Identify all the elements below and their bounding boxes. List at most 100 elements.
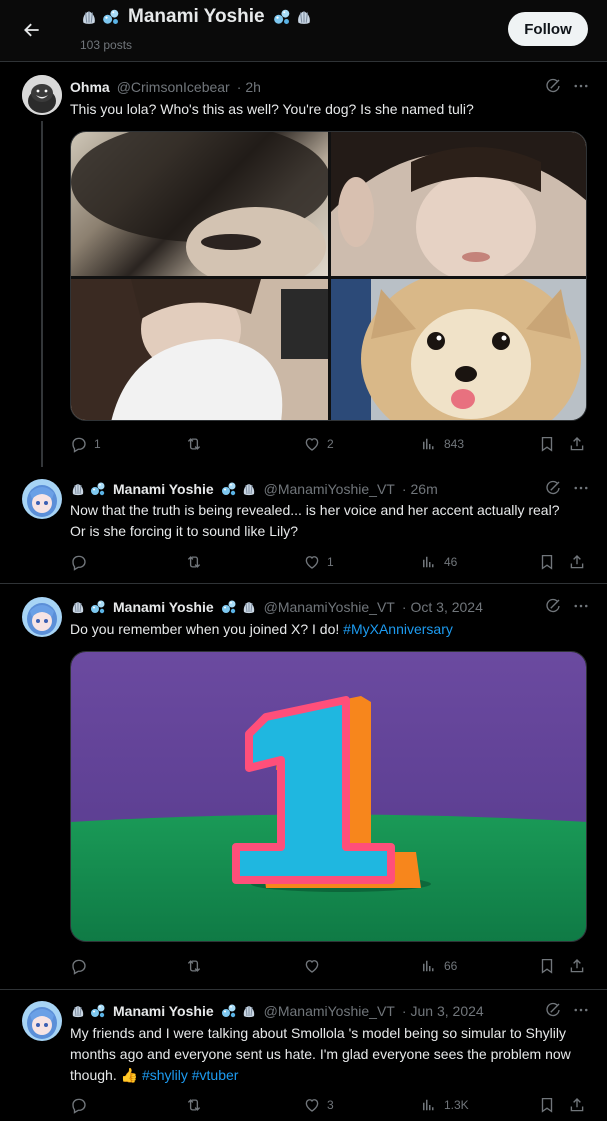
share-action[interactable] xyxy=(568,957,586,975)
retweet-icon xyxy=(185,435,203,453)
like-action[interactable]: 1 xyxy=(303,553,334,571)
anime-avatar-image xyxy=(22,597,62,637)
bubbles-icon xyxy=(221,481,237,497)
author-name[interactable]: Manami Yoshie xyxy=(113,599,214,615)
avatar[interactable] xyxy=(22,479,62,519)
hashtag-links[interactable]: #shylily #vtuber xyxy=(142,1067,239,1083)
timestamp[interactable]: 26m xyxy=(411,481,438,497)
more-icon[interactable] xyxy=(572,479,590,497)
reply-action[interactable] xyxy=(70,957,94,975)
tweet-header: Manami Yoshie @ManamiYoshie_VT · 26m xyxy=(70,481,438,497)
author-name[interactable]: Manami Yoshie xyxy=(113,481,214,497)
retweet-action[interactable] xyxy=(185,435,209,453)
seashell-icon xyxy=(70,1003,86,1019)
timestamp[interactable]: Jun 3, 2024 xyxy=(411,1003,484,1019)
tweet[interactable]: Manami Yoshie @ManamiYoshie_VT · Jun 3, … xyxy=(0,990,607,1121)
hashtag-link[interactable]: #MyXAnniversary xyxy=(343,621,453,637)
bookmark-icon xyxy=(538,553,556,571)
views-icon xyxy=(420,957,438,975)
reply-action[interactable] xyxy=(70,1096,94,1114)
tweet[interactable]: Ohma @CrimsonIcebear · 2h This you lola?… xyxy=(0,63,607,467)
thumbs-up-emoji: 👍 xyxy=(120,1067,139,1083)
seashell-icon xyxy=(70,481,86,497)
timestamp[interactable]: Oct 3, 2024 xyxy=(411,599,483,615)
retweet-action[interactable] xyxy=(185,957,209,975)
selfie-photo xyxy=(331,132,586,276)
timestamp[interactable]: 2h xyxy=(245,79,261,95)
grok-icon[interactable] xyxy=(544,597,562,615)
like-action[interactable]: 3 xyxy=(303,1096,334,1114)
reply-icon xyxy=(70,1096,88,1114)
like-action[interactable]: 2 xyxy=(303,435,334,453)
like-action[interactable] xyxy=(303,957,327,975)
photo-4[interactable] xyxy=(331,279,586,420)
selfie-photo xyxy=(71,132,328,276)
author-handle[interactable]: @ManamiYoshie_VT xyxy=(264,1003,395,1019)
views-action[interactable]: 46 xyxy=(420,553,457,571)
avatar[interactable] xyxy=(22,75,62,115)
tweet[interactable]: Manami Yoshie @ManamiYoshie_VT · 26m Now… xyxy=(0,467,607,583)
share-icon xyxy=(568,553,586,571)
number-one-image xyxy=(71,652,586,941)
follow-button[interactable]: Follow xyxy=(508,12,588,46)
tweet[interactable]: Manami Yoshie @ManamiYoshie_VT · Oct 3, … xyxy=(0,584,607,990)
views-icon xyxy=(420,435,438,453)
bookmark-action[interactable] xyxy=(538,1096,556,1114)
views-action[interactable]: 843 xyxy=(420,435,464,453)
reply-action[interactable]: 1 xyxy=(70,435,101,453)
back-arrow-icon xyxy=(24,23,39,37)
bubbles-icon xyxy=(90,481,106,497)
photo-2[interactable] xyxy=(331,132,586,276)
view-count: 66 xyxy=(444,959,458,973)
more-icon[interactable] xyxy=(572,1001,590,1019)
views-action[interactable]: 1.3K xyxy=(420,1096,469,1114)
thread-line xyxy=(41,121,43,467)
share-action[interactable] xyxy=(568,553,586,571)
tweet-text: Do you remember when you joined X? I do!… xyxy=(70,619,570,640)
photo-3[interactable] xyxy=(71,279,328,420)
author-handle[interactable]: @ManamiYoshie_VT xyxy=(264,599,395,615)
back-button[interactable] xyxy=(14,12,50,48)
profile-name: Manami Yoshie xyxy=(128,6,265,27)
like-count: 3 xyxy=(327,1098,334,1112)
share-action[interactable] xyxy=(568,1096,586,1114)
grok-icon[interactable] xyxy=(544,479,562,497)
more-icon[interactable] xyxy=(572,597,590,615)
bubbles-icon xyxy=(90,1003,106,1019)
author-name[interactable]: Ohma xyxy=(70,79,110,95)
anime-avatar-image xyxy=(22,1001,62,1041)
bookmark-action[interactable] xyxy=(538,435,556,453)
bookmark-icon xyxy=(538,957,556,975)
grok-icon[interactable] xyxy=(544,1001,562,1019)
author-handle[interactable]: @ManamiYoshie_VT xyxy=(264,481,395,497)
heart-icon xyxy=(303,553,321,571)
bookmark-icon xyxy=(538,1096,556,1114)
author-name[interactable]: Manami Yoshie xyxy=(113,1003,214,1019)
views-action[interactable]: 66 xyxy=(420,957,457,975)
retweet-action[interactable] xyxy=(185,1096,209,1114)
seashell-icon xyxy=(241,1003,257,1019)
more-icon[interactable] xyxy=(572,77,590,95)
retweet-action[interactable] xyxy=(185,553,209,571)
share-action[interactable] xyxy=(568,435,586,453)
tweet-header: Manami Yoshie @ManamiYoshie_VT · Oct 3, … xyxy=(70,599,483,615)
bookmark-action[interactable] xyxy=(538,553,556,571)
heart-icon xyxy=(303,435,321,453)
photo-1[interactable] xyxy=(71,132,328,276)
author-handle[interactable]: @CrimsonIcebear xyxy=(117,79,230,95)
avatar[interactable] xyxy=(22,1001,62,1041)
reply-action[interactable] xyxy=(70,553,94,571)
bookmark-action[interactable] xyxy=(538,957,556,975)
seashell-icon xyxy=(241,599,257,615)
heart-icon xyxy=(303,1096,321,1114)
tweet-header: Manami Yoshie @ManamiYoshie_VT · Jun 3, … xyxy=(70,1003,484,1019)
avatar[interactable] xyxy=(22,597,62,637)
tweet-text: My friends and I were talking about Smol… xyxy=(70,1023,580,1086)
tweet-actions: 3 1.3K xyxy=(70,1096,590,1116)
bubbles-icon xyxy=(90,599,106,615)
reply-icon xyxy=(70,553,88,571)
anniversary-image[interactable] xyxy=(70,651,587,942)
view-count: 843 xyxy=(444,437,465,451)
grok-icon[interactable] xyxy=(544,77,562,95)
like-count: 1 xyxy=(327,555,334,569)
